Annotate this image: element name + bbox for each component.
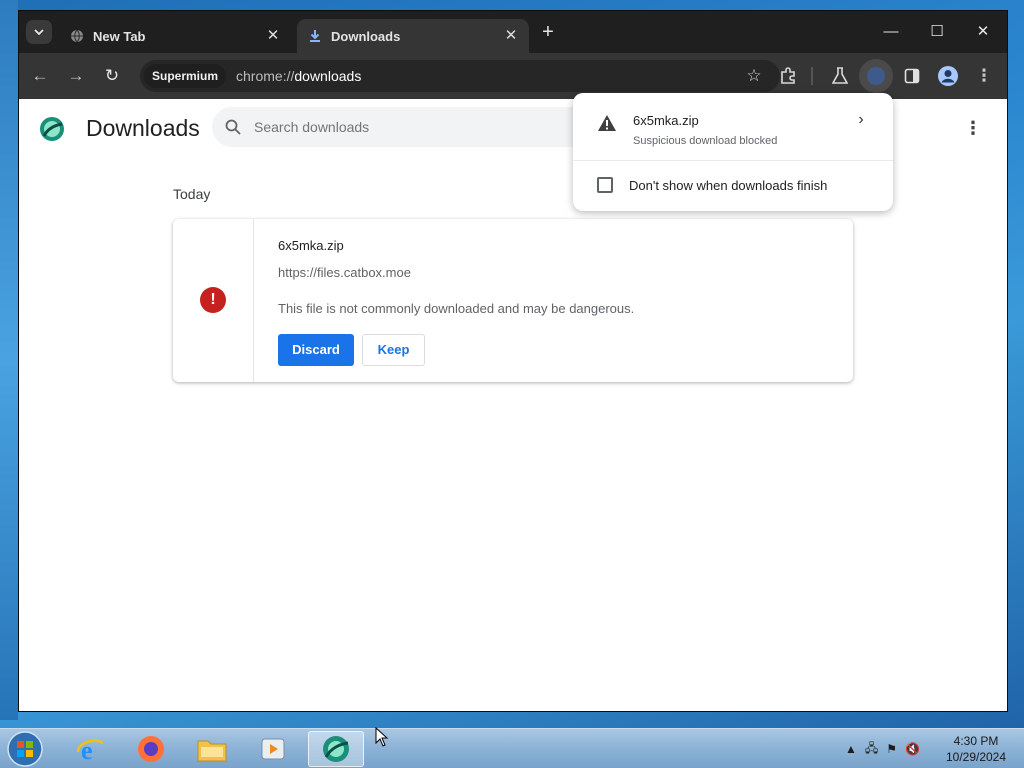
taskbar-firefox[interactable] xyxy=(123,731,179,767)
windows-logo-icon xyxy=(7,731,43,767)
taskbar: e ▲ 🖧 ⚑ 🔇 4:30 PM 10/29/2024 xyxy=(0,728,1024,768)
reload-button[interactable]: ↻ xyxy=(99,63,125,89)
tab-downloads[interactable]: Downloads ✕ xyxy=(297,19,529,53)
search-input[interactable] xyxy=(254,119,574,135)
popup-file-name[interactable]: 6x5mka.zip xyxy=(633,113,699,128)
close-tab-icon[interactable]: ✕ xyxy=(265,28,281,44)
date-section-label: Today xyxy=(173,186,211,202)
toolbar-divider xyxy=(811,67,813,85)
downloads-button[interactable] xyxy=(859,59,893,93)
minimize-button[interactable]: — xyxy=(871,19,911,45)
internet-explorer-icon: e xyxy=(76,736,104,764)
address-bar[interactable]: Supermium chrome://downloads ☆ xyxy=(140,60,780,92)
page-title: Downloads xyxy=(86,115,200,141)
action-center-flag-icon[interactable]: ⚑ xyxy=(886,742,897,756)
file-name: 6x5mka.zip xyxy=(278,238,344,253)
tab-new-tab[interactable]: New Tab ✕ xyxy=(59,19,291,53)
supermium-icon xyxy=(323,736,349,762)
globe-icon xyxy=(69,28,85,44)
download-item-card: ! 6x5mka.zip https://files.catbox.moe Th… xyxy=(173,219,853,382)
browser-window: New Tab ✕ Downloads ✕ + — ☐ ✕ ← → ↻ Supe… xyxy=(18,10,1008,712)
maximize-button[interactable]: ☐ xyxy=(917,19,957,45)
bookmark-star-icon[interactable]: ☆ xyxy=(742,64,766,88)
clock[interactable]: 4:30 PM 10/29/2024 xyxy=(936,733,1016,765)
dont-show-checkbox-label[interactable]: Don't show when downloads finish xyxy=(629,178,827,193)
more-actions-icon[interactable]: ⋮ xyxy=(963,117,983,139)
back-button[interactable]: ← xyxy=(27,63,53,89)
popup-download-status: Suspicious download blocked xyxy=(633,135,778,147)
search-box[interactable] xyxy=(212,107,632,147)
chevron-right-icon[interactable]: › xyxy=(853,111,869,129)
show-hidden-icons-icon[interactable]: ▲ xyxy=(845,742,857,756)
tab-search-button[interactable] xyxy=(26,20,52,44)
media-player-icon xyxy=(261,738,285,760)
download-bubble-popup: 6x5mka.zip Suspicious download blocked ›… xyxy=(573,93,893,211)
clock-date: 10/29/2024 xyxy=(945,750,1007,764)
close-tab-icon[interactable]: ✕ xyxy=(503,28,519,44)
keep-button[interactable]: Keep xyxy=(362,334,425,366)
mouse-cursor-icon xyxy=(375,727,389,747)
taskbar-media-player[interactable] xyxy=(245,731,301,767)
warning-triangle-icon xyxy=(598,115,616,131)
side-panel-icon[interactable] xyxy=(899,63,925,89)
taskbar-supermium[interactable] xyxy=(308,731,364,767)
extensions-icon[interactable] xyxy=(775,63,801,89)
system-tray: ▲ 🖧 ⚑ 🔇 xyxy=(845,729,920,768)
file-icon-column: ! xyxy=(173,219,254,382)
discard-button[interactable]: Discard xyxy=(278,334,354,366)
search-icon xyxy=(225,119,241,135)
clock-time: 4:30 PM xyxy=(953,734,999,748)
taskbar-internet-explorer[interactable]: e xyxy=(62,731,118,767)
taskbar-file-explorer[interactable] xyxy=(184,731,240,767)
start-button[interactable] xyxy=(6,730,46,768)
download-progress-icon xyxy=(867,67,885,85)
dont-show-checkbox[interactable] xyxy=(597,177,613,193)
profile-avatar-icon[interactable] xyxy=(935,63,961,89)
network-icon[interactable]: 🖧 xyxy=(865,739,878,760)
volume-muted-icon[interactable]: 🔇 xyxy=(905,742,920,756)
desktop-background xyxy=(0,0,18,720)
file-source-url[interactable]: https://files.catbox.moe xyxy=(278,265,411,280)
popup-divider xyxy=(573,160,893,161)
forward-button[interactable]: → xyxy=(63,63,89,89)
danger-icon: ! xyxy=(200,287,226,313)
close-window-button[interactable]: ✕ xyxy=(963,19,1003,45)
danger-warning-text: This file is not commonly downloaded and… xyxy=(278,301,635,316)
tab-title: Downloads xyxy=(331,28,401,44)
site-chip[interactable]: Supermium xyxy=(144,64,227,88)
folder-icon xyxy=(197,740,227,762)
supermium-logo-icon xyxy=(39,116,65,142)
labs-flask-icon[interactable] xyxy=(827,63,853,89)
tab-title: New Tab xyxy=(93,28,146,44)
url-text[interactable]: chrome://downloads xyxy=(236,68,361,84)
new-tab-button[interactable]: + xyxy=(537,21,559,43)
download-icon xyxy=(307,28,323,44)
chevron-down-icon xyxy=(34,29,44,35)
browser-menu-icon[interactable]: ⋮ xyxy=(971,63,997,89)
tab-strip: New Tab ✕ Downloads ✕ + — ☐ ✕ xyxy=(19,11,1007,53)
firefox-icon xyxy=(138,736,164,762)
